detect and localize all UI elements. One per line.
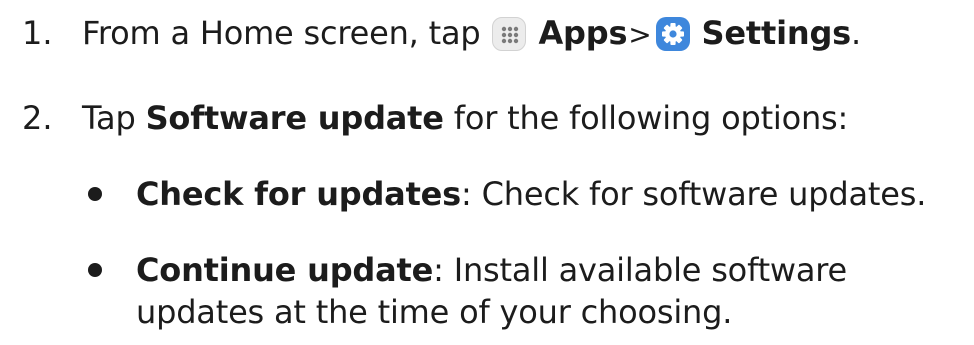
option-continue-update: Continue update: Install available softw… [136, 250, 847, 290]
instructions-document: 1. From a Home screen, tap Apps> Setting… [0, 0, 974, 345]
bullet-icon [88, 187, 102, 201]
option-colon: : [433, 251, 444, 289]
option-description: Install available software [453, 251, 848, 289]
gear-icon [655, 17, 690, 51]
apps-grid-icon [492, 17, 527, 51]
step-number: 2. [22, 99, 53, 137]
apps-label: Apps [538, 14, 628, 52]
bullet-icon [88, 263, 102, 277]
option-title: Check for updates [136, 175, 462, 213]
chevron-right-icon: > [628, 18, 652, 51]
option-check-for-updates: Check for updates: Check for software up… [136, 174, 926, 214]
option-title: Continue update [136, 251, 434, 289]
settings-label: Settings [701, 14, 852, 52]
software-update-label: Software update [145, 99, 444, 137]
step-1-suffix: . [851, 14, 861, 52]
option-description: Check for software updates. [481, 175, 927, 213]
step-2-text: Tap Software update for the following op… [82, 98, 848, 138]
option-colon: : [461, 175, 472, 213]
step-number: 1. [22, 14, 53, 52]
option-description-continued: updates at the time of your choosing. [136, 293, 733, 331]
step-1-text: From a Home screen, tap Apps> Settings. [82, 13, 861, 55]
step-2-suffix: for the following options: [453, 99, 849, 137]
step-2-prefix: Tap [82, 99, 136, 137]
step-1-prefix: From a Home screen, tap [82, 14, 481, 52]
